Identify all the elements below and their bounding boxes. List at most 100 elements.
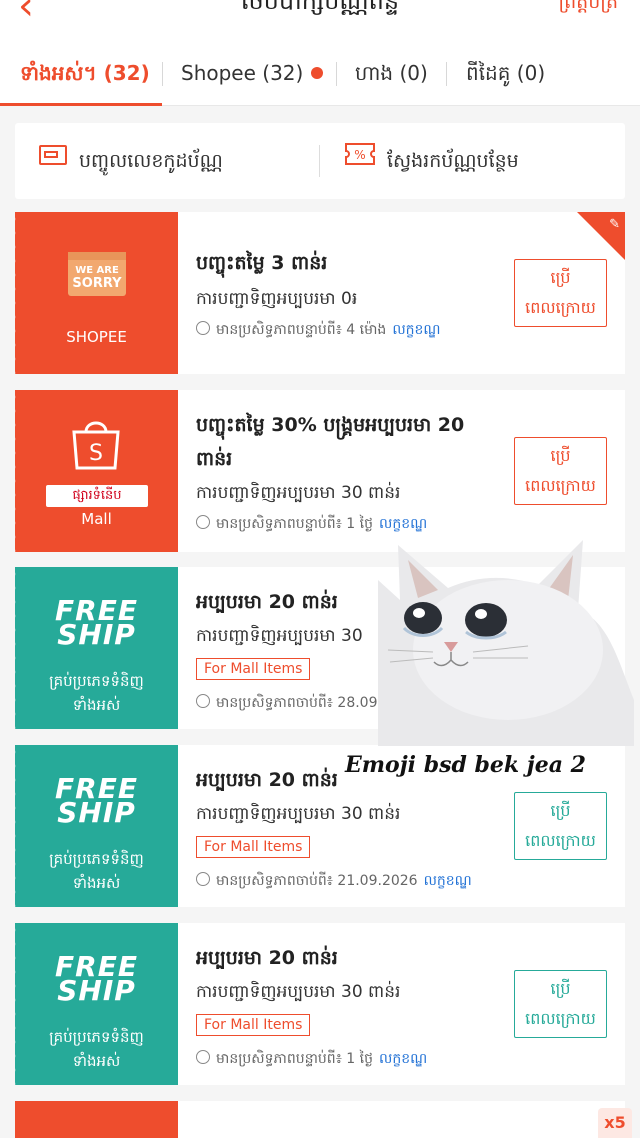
- use-label: ប្រើ: [550, 446, 571, 465]
- mall-items-tag: For Mall Items: [196, 658, 311, 680]
- voucher-validity: មានប្រសិទ្ធភាពចាប់ពី៖ 21.09.2026 លក្ខខណ្ឌ: [196, 871, 472, 892]
- meme-caption: Emoji bsd bek jea 2: [345, 752, 586, 778]
- svg-text:S: S: [89, 441, 103, 466]
- later-label: ពេលក្រោយ: [525, 831, 596, 850]
- mall-items-tag: For Mall Items: [196, 836, 311, 858]
- find-more-button[interactable]: % ស្វែងរកប័ណ្ណបន្ថែម: [345, 123, 519, 199]
- tab-shopee[interactable]: Shopee (32): [181, 40, 324, 106]
- notification-dot-icon: [311, 66, 324, 79]
- validity-text: មានប្រសិទ្ធភាពបន្ទាប់ពី៖ 1 ថ្ងៃ: [216, 516, 373, 532]
- voucher-card: [15, 1101, 625, 1138]
- scope-line2: ទាំងអស់: [72, 874, 121, 892]
- terms-link[interactable]: លក្ខខណ្ឌ: [379, 1051, 427, 1067]
- brand-label: Mall: [81, 510, 112, 528]
- shopee-bag-icon: S: [68, 418, 124, 474]
- voucher-validity: មានប្រសិទ្ធភាពបន្ទាប់ពី៖ 1 ថ្ងៃ លក្ខខណ្ឌ: [196, 514, 427, 535]
- voucher-validity: មានប្រសិទ្ធភាពចាប់ពី៖ 28.09.2: [196, 693, 391, 714]
- voucher-condition: ការបញ្ជាទិញអប្បបរមា 30 ពាន់រ: [196, 982, 401, 1002]
- enter-code-button[interactable]: បញ្ចូលលេខកូដប័ណ្ណ: [39, 123, 223, 199]
- use-label: ប្រើ: [550, 979, 571, 998]
- voucher-details: អប្បបរមា 20 ពាន់រ ការបញ្ជាទិញអប្បបរមា 30…: [178, 923, 625, 1085]
- percent-ticket-icon: %: [345, 121, 375, 197]
- voucher-card: S ផ្សារទំនើប Mall បញ្ចុះតម្លៃ 30% បង្គ្រ…: [10, 390, 625, 552]
- voucher-brand-panel: S ផ្សារទំនើប Mall: [10, 390, 178, 552]
- voucher-condition: ការបញ្ជាទិញអប្បបរមា 30: [196, 626, 363, 646]
- validity-text: មានប្រសិទ្ធភាពបន្ទាប់ពី៖ 4 ម៉ោង: [216, 322, 387, 338]
- voucher-condition: ការបញ្ជាទិញអប្បបរមា 0៛: [196, 289, 358, 309]
- multiplier-badge: x5: [598, 1108, 632, 1138]
- tab-partners[interactable]: ពីដៃគូ (0): [466, 40, 545, 106]
- scope-line1: គ្រប់ប្រភេទទំនិញ: [49, 672, 144, 690]
- terms-link[interactable]: លក្ខខណ្ឌ: [424, 873, 472, 889]
- clock-icon: [196, 872, 210, 886]
- voucher-title: បញ្ចុះតម្លៃ 3 ពាន់រ: [196, 252, 328, 274]
- brand-label: SHOPEE: [66, 328, 127, 346]
- svg-text:SORRY: SORRY: [72, 276, 122, 291]
- ship-label: SHIP: [57, 796, 136, 829]
- voucher-card: FREE SHIP គ្រប់ប្រភេទទំនិញ ទាំងអស់ អប្បប…: [10, 923, 625, 1085]
- terms-link[interactable]: លក្ខខណ្ឌ: [392, 322, 440, 338]
- mall-badge: ផ្សារទំនើប: [46, 485, 148, 507]
- use-later-button[interactable]: ប្រើពេលក្រោយ: [514, 259, 607, 327]
- terms-link[interactable]: លក្ខខណ្ឌ: [379, 516, 427, 532]
- use-later-button[interactable]: ប្រើពេលក្រោយ: [514, 970, 607, 1038]
- tab-shops[interactable]: ហាង (0): [355, 40, 428, 106]
- tab-all[interactable]: ទាំងអស់។ (32): [20, 40, 150, 106]
- scope-line1: គ្រប់ប្រភេទទំនិញ: [49, 1028, 144, 1046]
- validity-text: មានប្រសិទ្ធភាពចាប់ពី៖ 21.09.2026: [216, 873, 418, 889]
- sorry-box-image: WE ARE SORRY: [66, 248, 128, 302]
- use-label: ប្រើ: [550, 268, 571, 287]
- later-label: ពេលក្រោយ: [525, 476, 596, 495]
- voucher-actions: បញ្ចូលលេខកូដប័ណ្ណ % ស្វែងរកប័ណ្ណបន្ថែម: [15, 123, 625, 199]
- page-title: ថេបបាក្សប័ណ្ណពិន្ទ: [240, 0, 400, 15]
- scope-line2: ទាំងអស់: [72, 696, 121, 714]
- clock-icon: [196, 515, 210, 529]
- voucher-validity: មានប្រសិទ្ធភាពបន្ទាប់ពី៖ 1 ថ្ងៃ លក្ខខណ្ឌ: [196, 1049, 427, 1070]
- later-label: ពេលក្រោយ: [525, 1009, 596, 1028]
- voucher-title: អប្បបរមា 20 ពាន់រ: [196, 947, 338, 969]
- tab-shopee-label: Shopee (32): [181, 61, 304, 85]
- crying-cat-image: [378, 540, 634, 746]
- tab-divider: [336, 62, 337, 86]
- mall-items-tag: For Mall Items: [196, 1014, 311, 1036]
- svg-text:WE ARE: WE ARE: [75, 265, 119, 276]
- voucher-tabs: ទាំងអស់។ (32) Shopee (32) ហាង (0) ពីដៃគូ…: [0, 40, 640, 106]
- tab-divider: [446, 62, 447, 86]
- voucher-details: បញ្ចុះតម្លៃ 3 ពាន់រ ការបញ្ជាទិញអប្បបរមា …: [178, 212, 625, 374]
- scope-line1: គ្រប់ប្រភេទទំនិញ: [49, 850, 144, 868]
- find-more-label: ស្វែងរកប័ណ្ណបន្ថែម: [387, 150, 519, 172]
- voucher-brand-panel: FREE SHIP គ្រប់ប្រភេទទំនិញ ទាំងអស់: [10, 923, 178, 1085]
- validity-text: មានប្រសិទ្ធភាពបន្ទាប់ពី៖ 1 ថ្ងៃ: [216, 1051, 373, 1067]
- perforation: [10, 212, 20, 374]
- scope-line2: ទាំងអស់: [72, 1052, 121, 1070]
- clock-icon: [196, 1050, 210, 1064]
- validity-text: មានប្រសិទ្ធភាពចាប់ពី៖ 28.09.2: [216, 695, 391, 711]
- tab-divider: [162, 62, 163, 86]
- active-tab-indicator: [0, 103, 162, 106]
- voucher-brand-panel: FREE SHIP គ្រប់ប្រភេទទំនិញ ទាំងអស់: [10, 567, 178, 729]
- ship-label: SHIP: [57, 618, 136, 651]
- clock-icon: [196, 694, 210, 708]
- voucher-validity: មានប្រសិទ្ធភាពបន្ទាប់ពី៖ 4 ម៉ោង លក្ខខណ្ឌ: [196, 320, 441, 341]
- voucher-condition: ការបញ្ជាទិញអប្បបរមា 30 ពាន់រ: [196, 804, 401, 824]
- voucher-brand-panel: FREE SHIP គ្រប់ប្រភេទទំនិញ ទាំងអស់: [10, 745, 178, 907]
- use-label: ប្រើ: [550, 801, 571, 820]
- svg-text:%: %: [354, 148, 365, 162]
- ribbon-icon: ✎: [609, 217, 620, 232]
- action-divider: [319, 145, 320, 177]
- header-right-link[interactable]: ព្រឹត្តិប័ត្រ: [558, 0, 618, 18]
- use-later-button[interactable]: ប្រើពេលក្រោយ: [514, 437, 607, 505]
- clock-icon: [196, 321, 210, 335]
- voucher-brand-panel: WE ARE SORRY SHOPEE: [10, 212, 178, 374]
- voucher-condition: ការបញ្ជាទិញអប្បបរមា 30 ពាន់រ: [196, 483, 401, 503]
- voucher-card: WE ARE SORRY SHOPEE បញ្ចុះតម្លៃ 3 ពាន់រ ក…: [10, 212, 625, 374]
- top-bar: ‹ ថេបបាក្សប័ណ្ណពិន្ទ ព្រឹត្តិប័ត្រ: [0, 0, 640, 40]
- use-later-button[interactable]: ប្រើពេលក្រោយ: [514, 792, 607, 860]
- voucher-card-icon: [39, 121, 67, 197]
- later-label: ពេលក្រោយ: [525, 298, 596, 317]
- voucher-brand-panel: [15, 1101, 178, 1138]
- ship-label: SHIP: [57, 974, 136, 1007]
- voucher-title: បញ្ចុះតម្លៃ 30% បង្គ្រមអប្បបរមា 20 ពាន់រ: [196, 414, 465, 470]
- enter-code-label: បញ្ចូលលេខកូដប័ណ្ណ: [79, 150, 223, 172]
- voucher-details: បញ្ចុះតម្លៃ 30% បង្គ្រមអប្បបរមា 20 ពាន់រ…: [178, 390, 625, 552]
